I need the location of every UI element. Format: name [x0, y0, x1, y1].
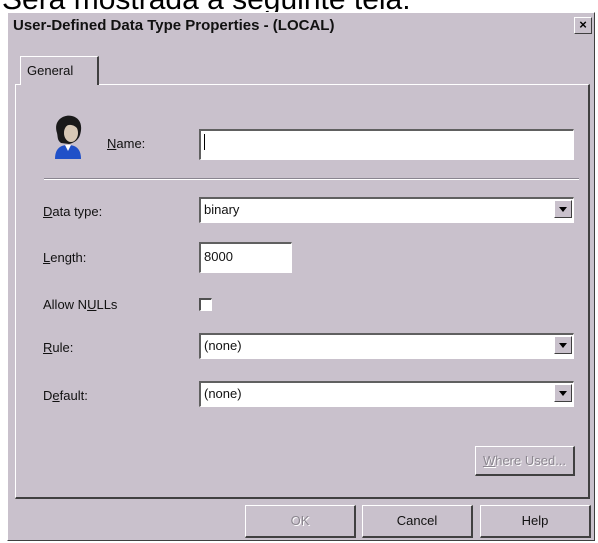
tab-general[interactable]: General — [20, 56, 99, 85]
help-button[interactable]: Help — [480, 505, 591, 538]
rule-label: Rule: — [43, 340, 74, 355]
allow-nulls-label: Allow NULLs — [43, 297, 118, 312]
close-icon: × — [579, 17, 587, 32]
user-avatar-icon — [55, 115, 82, 159]
ok-button[interactable]: OK — [245, 505, 356, 538]
tab-general-label: General — [27, 63, 74, 78]
where-used-button[interactable]: Where Used... — [475, 446, 575, 476]
text-cursor — [204, 133, 205, 150]
title-bar: User-Defined Data Type Properties - (LOC… — [10, 15, 592, 37]
window-title: User-Defined Data Type Properties - (LOC… — [13, 17, 335, 34]
header-separator — [44, 178, 579, 180]
default-label: Default: — [43, 388, 88, 403]
name-label: Name: — [107, 136, 146, 151]
allow-nulls-checkbox[interactable] — [199, 298, 212, 311]
default-select[interactable]: (none) — [199, 381, 574, 407]
rule-select[interactable]: (none) — [199, 333, 574, 359]
general-tab-panel: Name: Data type: binary Length: 8000 All… — [15, 84, 590, 499]
chevron-down-icon[interactable] — [554, 384, 572, 402]
properties-dialog: User-Defined Data Type Properties - (LOC… — [7, 12, 595, 541]
close-button[interactable]: × — [574, 17, 592, 34]
length-label: Length: — [43, 250, 87, 265]
chevron-down-icon[interactable] — [554, 336, 572, 354]
length-input[interactable]: 8000 — [199, 242, 292, 273]
chevron-down-icon[interactable] — [554, 200, 572, 218]
name-input[interactable] — [199, 129, 574, 160]
data-type-select[interactable]: binary — [199, 197, 574, 223]
data-type-label: Data type: — [43, 204, 103, 219]
cancel-button[interactable]: Cancel — [362, 505, 473, 538]
